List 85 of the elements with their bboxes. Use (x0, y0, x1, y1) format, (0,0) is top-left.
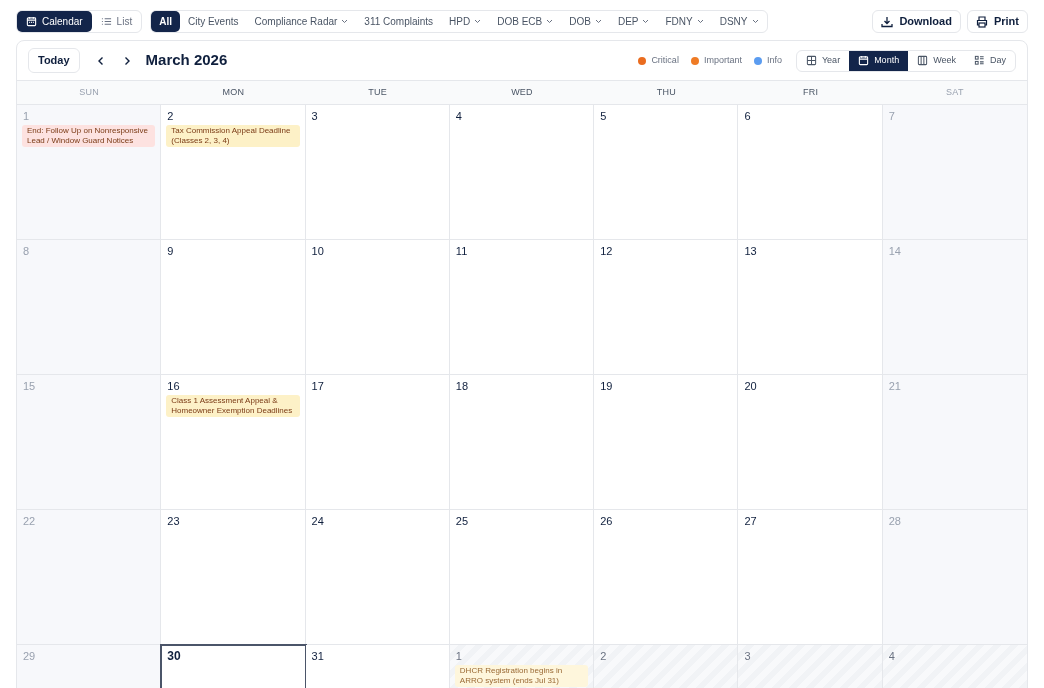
grid-icon (805, 55, 817, 66)
range-tab[interactable]: Year (796, 50, 850, 71)
day-number: 18 (454, 379, 470, 393)
day-number: 10 (310, 244, 325, 258)
range-tab[interactable]: Week (908, 50, 965, 71)
filter-tab[interactable]: DOB ECB (489, 11, 562, 32)
weekday-label: TUE (368, 85, 388, 99)
chevron-left-icon (96, 55, 105, 66)
day-number: 5 (599, 109, 608, 123)
day-list-icon (974, 55, 985, 66)
day-number: 13 (743, 244, 758, 258)
legend-label: Info (766, 53, 782, 67)
day-number: 2 (166, 109, 175, 123)
calendar-icon (858, 55, 870, 66)
day-number: 24 (310, 514, 325, 528)
day-number: 31 (310, 649, 325, 663)
day-number: 25 (454, 514, 470, 528)
view-tab[interactable]: List (91, 11, 142, 32)
legend-label: Important (703, 53, 742, 67)
chevron-right-icon (122, 55, 131, 66)
print-button[interactable]: Print (966, 10, 1028, 33)
filter-tab[interactable]: DOB (561, 11, 610, 32)
filter-tab[interactable]: 311 Complaints (356, 11, 442, 32)
day-number: 3 (310, 109, 319, 123)
day-number: 6 (743, 109, 752, 123)
filter-tab[interactable]: DEP (609, 11, 658, 32)
day-number: 4 (887, 649, 896, 663)
legend-label: Critical (651, 53, 679, 67)
weekday-label: MON (222, 85, 245, 99)
columns-icon (917, 55, 929, 66)
range-tab[interactable]: Day (965, 50, 1015, 71)
day-cell[interactable]: 30 (161, 645, 306, 688)
day-number: 9 (166, 244, 175, 258)
day-number: 7 (887, 109, 896, 123)
day-number: 11 (454, 244, 469, 258)
day-number: 20 (743, 379, 758, 393)
range-tab[interactable]: Month (849, 50, 909, 71)
weekday-label: SAT (946, 85, 964, 99)
filter-tab[interactable]: DSNY (711, 11, 767, 32)
day-number: 19 (599, 379, 614, 393)
day-cell[interactable]: 3 (738, 645, 883, 688)
day-number: 17 (310, 379, 325, 393)
weekday-label: FRI (802, 85, 819, 99)
filter-tab[interactable]: City Events (179, 11, 247, 32)
day-cell[interactable]: 4 (882, 645, 1027, 688)
filter-tab[interactable]: HPD (441, 11, 490, 32)
day-number: 27 (743, 514, 758, 528)
today-button[interactable]: Today (28, 48, 80, 73)
weekday-label: THU (656, 85, 676, 99)
filter-tab[interactable]: FDNY (657, 11, 712, 32)
day-number: 14 (887, 244, 902, 258)
day-number: 3 (743, 649, 752, 663)
filter-tab[interactable]: Compliance Radar (246, 11, 357, 32)
day-number: 12 (599, 244, 614, 258)
day-number: 4 (454, 109, 463, 123)
day-number: 23 (166, 514, 181, 528)
day-cell[interactable]: 1 End: Follow Up on Nonresponsive Lead / Window Guard Notices (17, 105, 162, 239)
calendar-icon (26, 16, 37, 27)
printer-icon (975, 15, 988, 28)
download-button[interactable]: Download (872, 10, 961, 33)
day-number: 15 (22, 379, 37, 393)
month-title: March 2026 (145, 50, 228, 71)
list-icon (100, 16, 112, 27)
event-chip[interactable]: Tax Commission Appeal Deadline (Classes 2, 3, 4) (166, 125, 300, 147)
day-number: 16 (166, 379, 181, 393)
day-number: 1 (454, 649, 463, 663)
day-cell[interactable]: 2 (594, 645, 739, 688)
weekday-label: WED (511, 85, 533, 99)
day-number: 26 (599, 514, 614, 528)
download-icon (881, 15, 894, 28)
day-number: 2 (599, 649, 608, 663)
filter-tab[interactable]: All (151, 11, 180, 32)
day-number: 28 (887, 514, 902, 528)
day-number: 29 (22, 649, 37, 663)
day-number: 30 (166, 649, 182, 663)
event-chip[interactable]: DHCR Registration begins in ARRO system (ends Jul 31) (454, 665, 589, 687)
day-cell[interactable]: 1 DHCR Registration begins in ARRO system (ends Jul 31) (449, 645, 595, 688)
event-chip[interactable]: End: Follow Up on Nonresponsive Lead / Window Guard Notices (22, 125, 156, 147)
day-number: 8 (22, 244, 31, 258)
day-number: 21 (887, 379, 902, 393)
view-tab[interactable]: Calendar (17, 11, 92, 32)
event-chip[interactable]: Class 1 Assessment Appeal & Homeowner Exemption Deadlines (166, 395, 300, 417)
day-number: 22 (22, 514, 37, 528)
weekday-label: SUN (79, 85, 99, 99)
day-number: 1 (22, 109, 31, 123)
